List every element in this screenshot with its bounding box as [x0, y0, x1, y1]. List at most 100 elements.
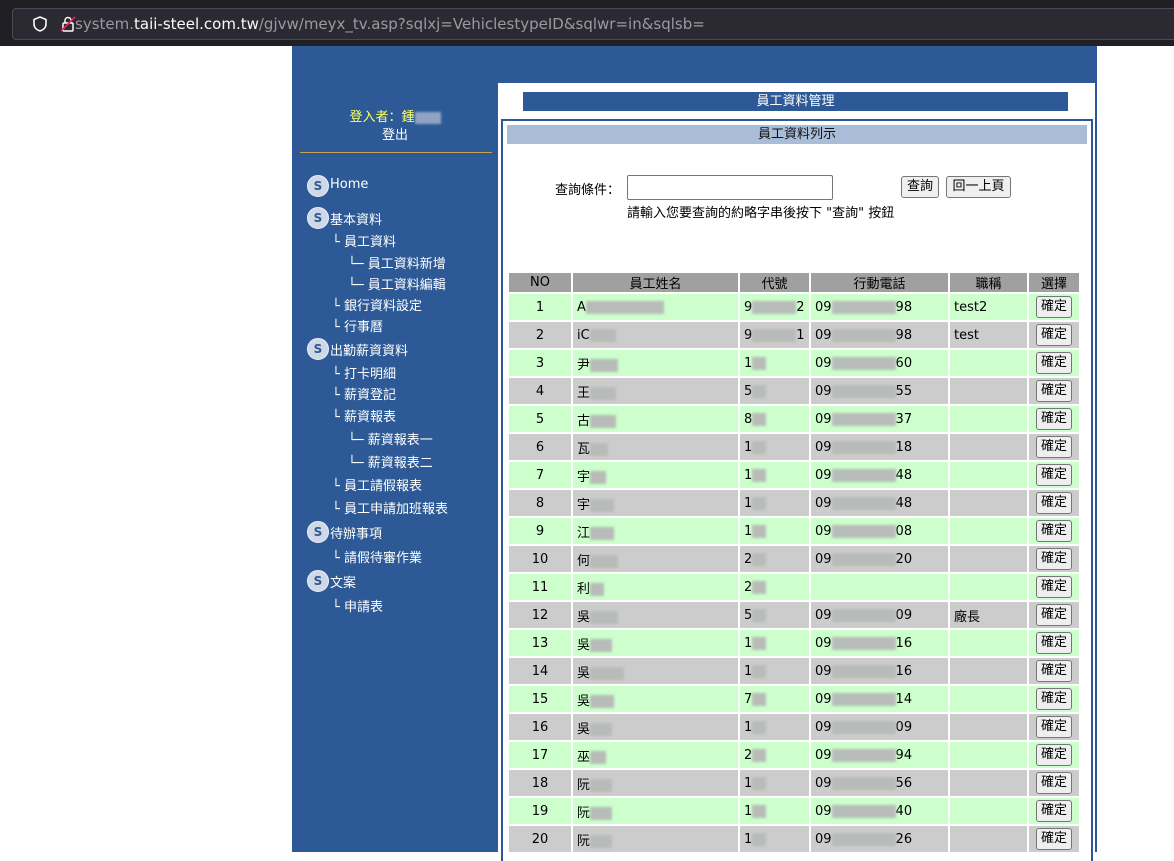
- cell-name: 王: [573, 378, 738, 404]
- cell-select: 確定: [1029, 322, 1079, 348]
- confirm-button[interactable]: 確定: [1036, 744, 1072, 766]
- sidebar-item[interactable]: └ 員工申請加班報表: [332, 498, 448, 517]
- confirm-button[interactable]: 確定: [1036, 604, 1072, 626]
- address-bar[interactable]: system.taii-steel.com.tw/gjvw/meyx_tv.as…: [12, 8, 1174, 40]
- sidebar-item[interactable]: └ 銀行資料設定: [332, 295, 422, 314]
- sidebar-item[interactable]: └ 申請表: [332, 596, 383, 615]
- sidebar-item[interactable]: 待辦事項: [330, 523, 382, 542]
- sidebar-item-label: └ 員工申請加班報表: [332, 502, 448, 517]
- sidebar-item[interactable]: └─ 員工資料編輯: [348, 274, 446, 293]
- sidebar-item[interactable]: └─ 薪資報表一: [348, 429, 433, 448]
- confirm-button[interactable]: 確定: [1036, 296, 1072, 318]
- cell-no: 2: [509, 322, 571, 348]
- confirm-button[interactable]: 確定: [1036, 464, 1072, 486]
- shield-icon[interactable]: [31, 15, 49, 33]
- cell-text: 1: [744, 495, 753, 511]
- cell-text: 56: [895, 775, 913, 791]
- cell-text: 3: [535, 355, 545, 371]
- cell-text: test: [954, 327, 979, 343]
- cell-phone: 09 56: [811, 770, 948, 796]
- cell-text: 09: [815, 719, 832, 735]
- logout-link[interactable]: 登出: [292, 124, 498, 143]
- table-row: 13 吳 1 09 16 確定: [509, 630, 1079, 656]
- cell-title: [950, 350, 1027, 376]
- cell-text: 09: [815, 299, 832, 315]
- query-hint: 請輸入您要查詢的約略字串後按下 "查詢" 按鈕: [627, 206, 895, 221]
- cell-no: 13: [509, 630, 571, 656]
- sidebar-item[interactable]: └ 員工請假報表: [332, 475, 422, 494]
- table-row: 19 阮 1 09 40 確定: [509, 798, 1079, 824]
- cell-code: 1: [740, 490, 809, 516]
- cell-phone: 09 26: [811, 826, 948, 852]
- url-text[interactable]: system.taii-steel.com.tw/gjvw/meyx_tv.as…: [75, 15, 705, 33]
- sidebar-item[interactable]: └ 薪資報表: [332, 406, 396, 425]
- redacted-mask: [831, 692, 896, 706]
- confirm-button[interactable]: 確定: [1036, 800, 1072, 822]
- redacted-mask: [590, 526, 615, 540]
- sidebar-item-label: Home: [330, 177, 369, 192]
- sidebar-item[interactable]: └ 打卡明細: [332, 363, 396, 382]
- cell-select: 確定: [1029, 350, 1079, 376]
- search-button[interactable]: 查詢: [901, 176, 939, 198]
- query-label: 查詢條件：: [555, 183, 621, 198]
- confirm-button[interactable]: 確定: [1036, 716, 1072, 738]
- cell-text: 吳: [577, 637, 591, 653]
- sidebar-item[interactable]: └─ 員工資料新增: [348, 253, 446, 272]
- confirm-button[interactable]: 確定: [1036, 632, 1072, 654]
- cell-name: 巫: [573, 742, 738, 768]
- redacted-mask: [752, 608, 767, 622]
- list-panel: 員工資料列示 查詢條件： 查詢 回一上頁 請輸入您要查詢的約略字串後按下 "查詢…: [501, 119, 1093, 861]
- cell-text: 48: [895, 467, 913, 483]
- sidebar-item-label: └─ 薪資報表一: [348, 433, 433, 448]
- redacted-mask: [590, 834, 613, 848]
- cell-no: 8: [509, 490, 571, 516]
- query-input[interactable]: [627, 175, 833, 200]
- sidebar-item[interactable]: └ 行事曆: [332, 316, 383, 335]
- cell-text: 09: [815, 383, 832, 399]
- confirm-button[interactable]: 確定: [1036, 380, 1072, 402]
- redacted-mask: [590, 442, 609, 456]
- cell-code: 2: [740, 742, 809, 768]
- confirm-button[interactable]: 確定: [1036, 688, 1072, 710]
- cell-text: 1: [744, 439, 753, 455]
- sidebar-item[interactable]: 基本資料: [330, 209, 382, 228]
- confirm-button[interactable]: 確定: [1036, 828, 1072, 850]
- confirm-button[interactable]: 確定: [1036, 548, 1072, 570]
- confirm-button[interactable]: 確定: [1036, 324, 1072, 346]
- sidebar-item[interactable]: 文案: [330, 572, 356, 591]
- confirm-button[interactable]: 確定: [1036, 436, 1072, 458]
- confirm-button[interactable]: 確定: [1036, 352, 1072, 374]
- sidebar-item[interactable]: └ 員工資料: [332, 231, 396, 250]
- redacted-mask: [590, 778, 613, 792]
- redacted-mask: [831, 804, 896, 818]
- s-logo-icon: [307, 207, 329, 229]
- cell-text: 王: [577, 385, 591, 401]
- sidebar-item[interactable]: Home: [330, 177, 368, 192]
- cell-text: 2: [796, 299, 805, 315]
- cell-no: 10: [509, 546, 571, 572]
- confirm-button[interactable]: 確定: [1036, 408, 1072, 430]
- cell-text: 尹: [577, 357, 591, 373]
- sidebar-item[interactable]: 出勤薪資資料: [330, 340, 408, 359]
- cell-no: 19: [509, 798, 571, 824]
- sidebar-item[interactable]: └ 薪資登記: [332, 384, 396, 403]
- confirm-button[interactable]: 確定: [1036, 772, 1072, 794]
- confirm-button[interactable]: 確定: [1036, 520, 1072, 542]
- cell-title: [950, 798, 1027, 824]
- cell-text: 7: [744, 691, 753, 707]
- redacted-mask: [752, 692, 767, 706]
- cell-text: 1: [744, 719, 753, 735]
- sidebar-item[interactable]: └ 請假待審作業: [332, 547, 422, 566]
- back-button[interactable]: 回一上頁: [946, 176, 1011, 198]
- cell-phone: 09 09: [811, 714, 948, 740]
- list-title: 員工資料列示: [507, 125, 1087, 144]
- redacted-mask: [752, 720, 767, 734]
- confirm-button[interactable]: 確定: [1036, 576, 1072, 598]
- sidebar-item[interactable]: └─ 薪資報表二: [348, 452, 433, 471]
- confirm-button[interactable]: 確定: [1036, 660, 1072, 682]
- cell-text: 9: [744, 327, 753, 343]
- cell-text: 09: [815, 551, 832, 567]
- confirm-button[interactable]: 確定: [1036, 492, 1072, 514]
- cell-text: 09: [815, 467, 832, 483]
- redacted-mask: [590, 554, 619, 568]
